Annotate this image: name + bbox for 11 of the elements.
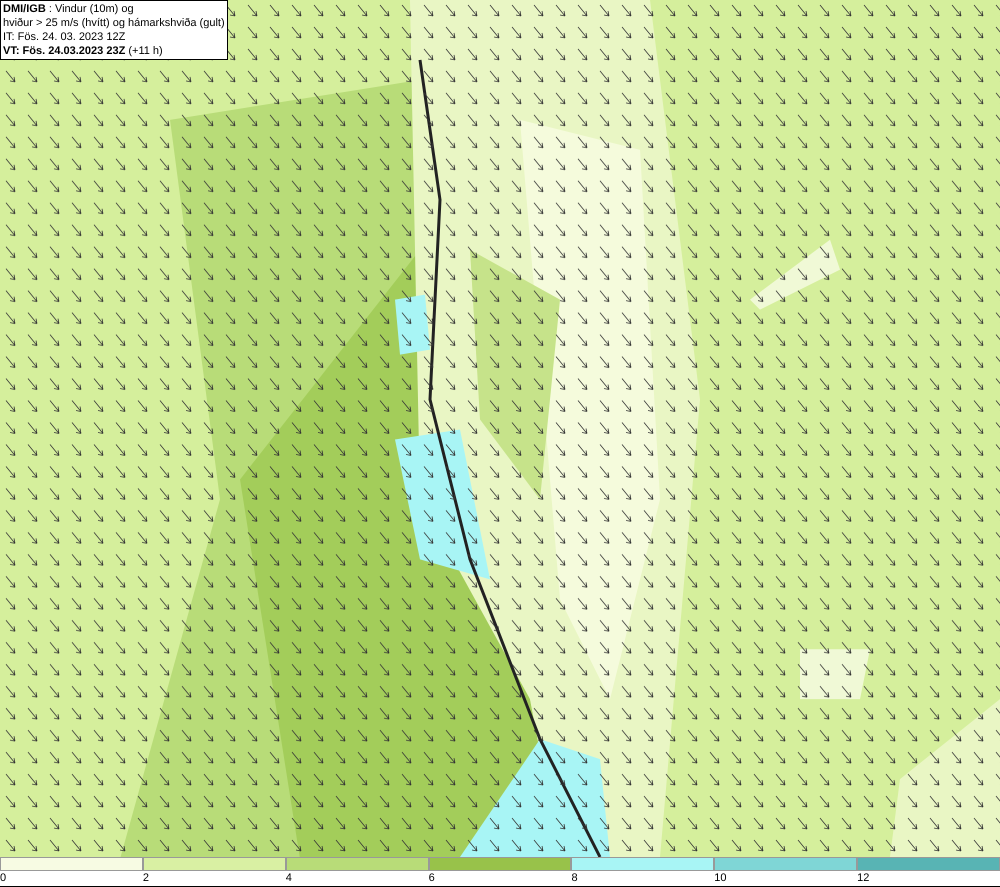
colorbar-label: 6: [428, 871, 435, 886]
legend-text: IT: Fös. 24. 03. 2023 12Z: [3, 30, 126, 44]
colorbar-label: 2: [142, 871, 149, 886]
legend-text: VT: Fös. 24.03.2023 23Z (+11 h): [3, 44, 164, 58]
legend-text: DMI/IGB : Vindur (10m) og: [3, 2, 135, 16]
colorbar-label: 12: [857, 871, 870, 886]
legend-text: hviður > 25 m/s (hvítt) og hámarkshviða (gult): [3, 16, 225, 30]
colorbar-label: 10: [714, 871, 727, 886]
colorbar-label: 0: [0, 871, 6, 886]
colorbar-label: 8: [571, 871, 578, 886]
colorbar-label: 4: [286, 871, 292, 886]
